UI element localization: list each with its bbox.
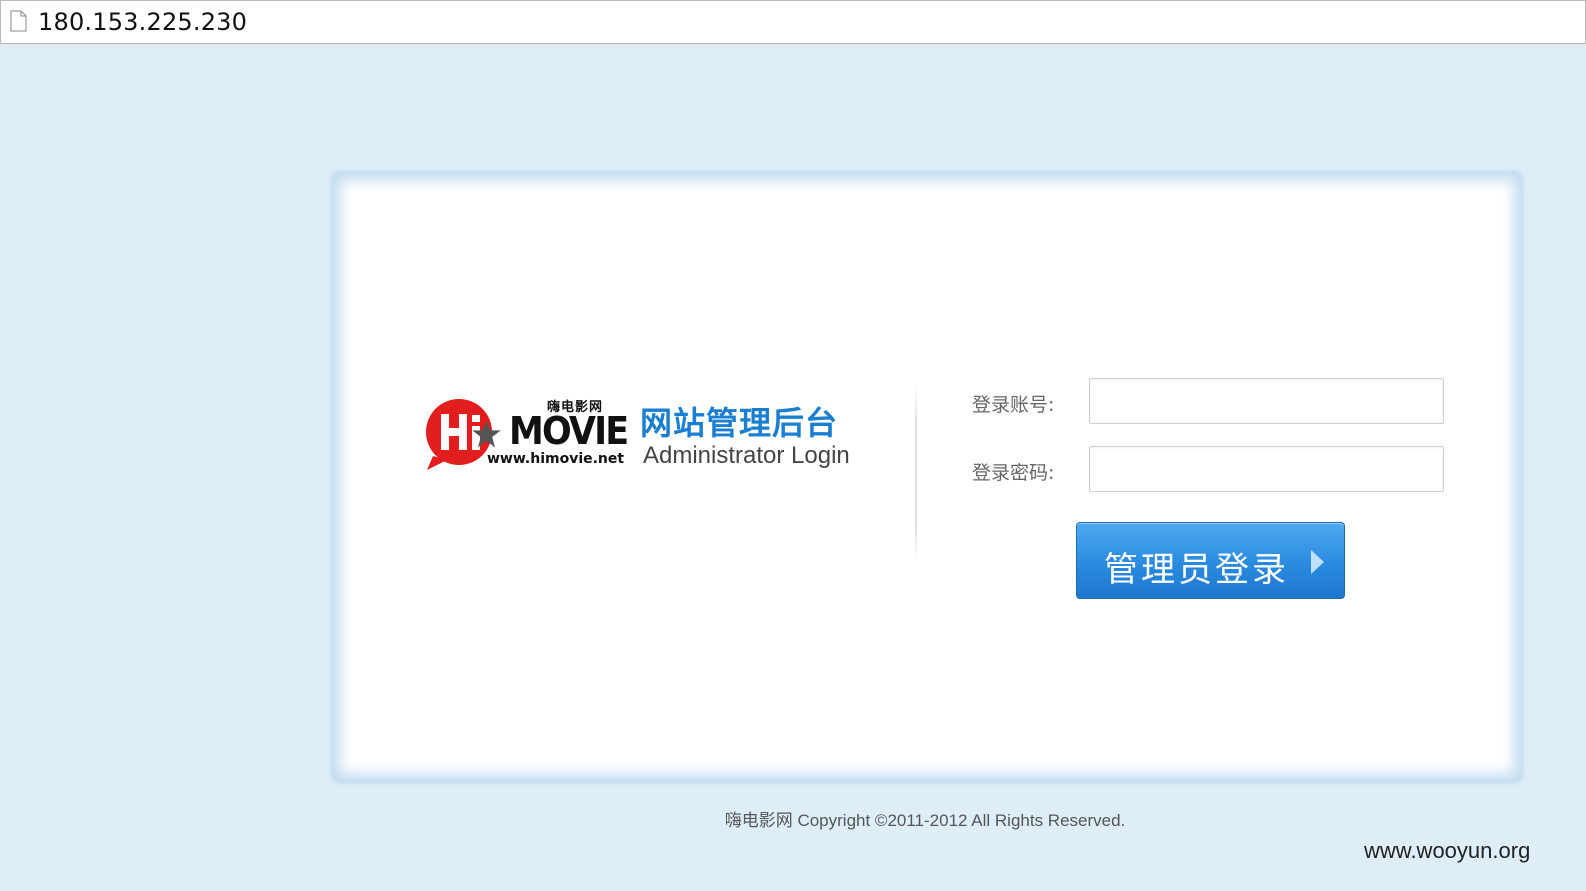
password-label: 登录密码: <box>972 462 1055 484</box>
browser-address-bar[interactable]: 180.153.225.230 <box>0 0 1586 44</box>
url-text[interactable]: 180.153.225.230 <box>38 8 247 36</box>
toolbar-shadow <box>0 44 1586 48</box>
password-input[interactable] <box>1089 446 1444 492</box>
admin-title-cn: 网站管理后台 <box>640 404 839 442</box>
admin-title-en: Administrator Login <box>643 442 850 469</box>
username-label: 登录账号: <box>972 394 1055 416</box>
username-input[interactable] <box>1089 378 1444 424</box>
vertical-divider <box>915 385 917 563</box>
logo-movie-word: MOVIE <box>509 409 629 453</box>
watermark-text: www.wooyun.org <box>1364 838 1531 863</box>
site-logo: 嗨电影网 MOVIE www.himovie.net <box>425 393 629 473</box>
page-icon <box>10 10 27 32</box>
chevron-right-icon <box>1311 550 1324 574</box>
logo-site-url: www.himovie.net <box>487 451 625 467</box>
admin-login-button-label: 管理员登录 <box>1104 550 1289 590</box>
copyright-text: 嗨电影网 Copyright ©2011-2012 All Rights Res… <box>724 811 1126 830</box>
admin-login-button[interactable]: 管理员登录 <box>1076 522 1345 599</box>
